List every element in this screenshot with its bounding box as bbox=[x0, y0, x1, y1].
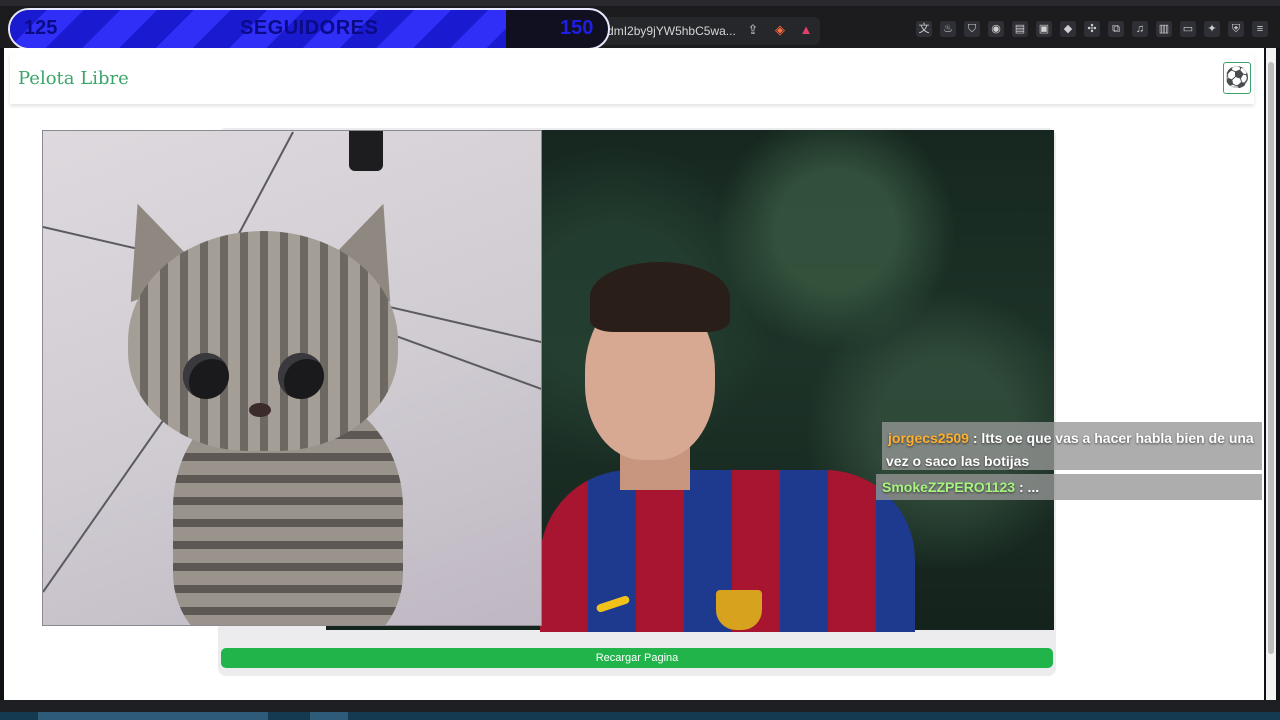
tab-strip[interactable] bbox=[0, 0, 1280, 6]
camera-icon[interactable]: ▣ bbox=[1036, 21, 1052, 37]
site-title[interactable]: Pelota Libre bbox=[18, 68, 129, 89]
cat-nose bbox=[249, 403, 271, 417]
cat-head bbox=[128, 231, 398, 451]
bottle-object bbox=[349, 131, 383, 171]
taskbar bbox=[0, 712, 1280, 720]
brave-rewards-icon[interactable]: ▲ bbox=[798, 22, 814, 38]
vpn-icon[interactable]: ◉ bbox=[988, 21, 1004, 37]
reload-page-button[interactable]: Recargar Pagina bbox=[221, 648, 1053, 668]
follower-goal-count: 150 bbox=[560, 17, 594, 39]
chat-separator: : bbox=[968, 430, 982, 446]
chat-text: ltts oe que vas a hacer habla bien de un… bbox=[981, 430, 1254, 446]
security-icon[interactable]: ⛨ bbox=[1228, 21, 1244, 37]
wallet-icon[interactable]: ▭ bbox=[1180, 21, 1196, 37]
follower-goal-overlay: 125 SEGUIDORES 150 bbox=[8, 8, 610, 50]
chat-message: jorgecs2509 : ltts oe que vas a hacer ha… bbox=[882, 422, 1262, 470]
follower-label: SEGUIDORES bbox=[240, 17, 379, 39]
page-scrollbar[interactable] bbox=[1266, 48, 1276, 700]
cat-image-overlay bbox=[42, 130, 542, 626]
capture-icon[interactable]: ⧉ bbox=[1108, 21, 1124, 37]
translate-icon[interactable]: 文 bbox=[916, 21, 932, 37]
chat-username: SmokeZZPERO1123 bbox=[882, 479, 1016, 495]
site-header: Pelota Libre ⚽ bbox=[10, 54, 1254, 104]
extensions-area: 文 ♨ ⛉ ◉ ▤ ▣ ◆ ✣ ⧉ ♫ ▥ ▭ ✦ ⛨ ≡ bbox=[916, 21, 1268, 41]
chat-text: ... bbox=[1027, 479, 1040, 495]
taskbar-item[interactable] bbox=[38, 712, 268, 720]
shield-icon[interactable]: ⛉ bbox=[964, 21, 980, 37]
doc-icon[interactable]: ▤ bbox=[1012, 21, 1028, 37]
chat-username: jorgecs2509 bbox=[888, 430, 969, 446]
chat-message: SmokeZZPERO1123 : ... bbox=[876, 474, 1262, 500]
chat-separator: : bbox=[1015, 479, 1028, 495]
sparkle-icon[interactable]: ✦ bbox=[1204, 21, 1220, 37]
club-crest-icon bbox=[716, 590, 762, 630]
cat-eye bbox=[278, 353, 324, 399]
taskbar-item[interactable] bbox=[310, 712, 348, 720]
brave-shield-icon[interactable]: ◈ bbox=[772, 22, 788, 38]
music-icon[interactable]: ♫ bbox=[1132, 21, 1148, 37]
scrollbar-thumb[interactable] bbox=[1268, 62, 1274, 654]
chat-line: SmokeZZPERO1123 : ... bbox=[882, 479, 1039, 495]
follower-current-count: 125 bbox=[24, 17, 58, 39]
share-icon[interactable]: ⇪ bbox=[745, 22, 761, 38]
sidebar-icon[interactable]: ▥ bbox=[1156, 21, 1172, 37]
chat-line: jorgecs2509 : ltts oe que vas a hacer ha… bbox=[888, 430, 1254, 446]
tile-line bbox=[43, 394, 182, 593]
puzzle-icon[interactable]: ✣ bbox=[1084, 21, 1100, 37]
menu-icon[interactable]: ≡ bbox=[1252, 21, 1268, 37]
cat-eye bbox=[183, 353, 229, 399]
player-hair bbox=[590, 262, 730, 332]
chat-line: vez o saco las botijas bbox=[886, 453, 1030, 469]
fire-icon[interactable]: ♨ bbox=[940, 21, 956, 37]
soccer-ball-icon[interactable]: ⚽ bbox=[1223, 62, 1251, 94]
diamond-icon[interactable]: ◆ bbox=[1060, 21, 1076, 37]
browser-bottom-edge bbox=[0, 700, 1280, 712]
